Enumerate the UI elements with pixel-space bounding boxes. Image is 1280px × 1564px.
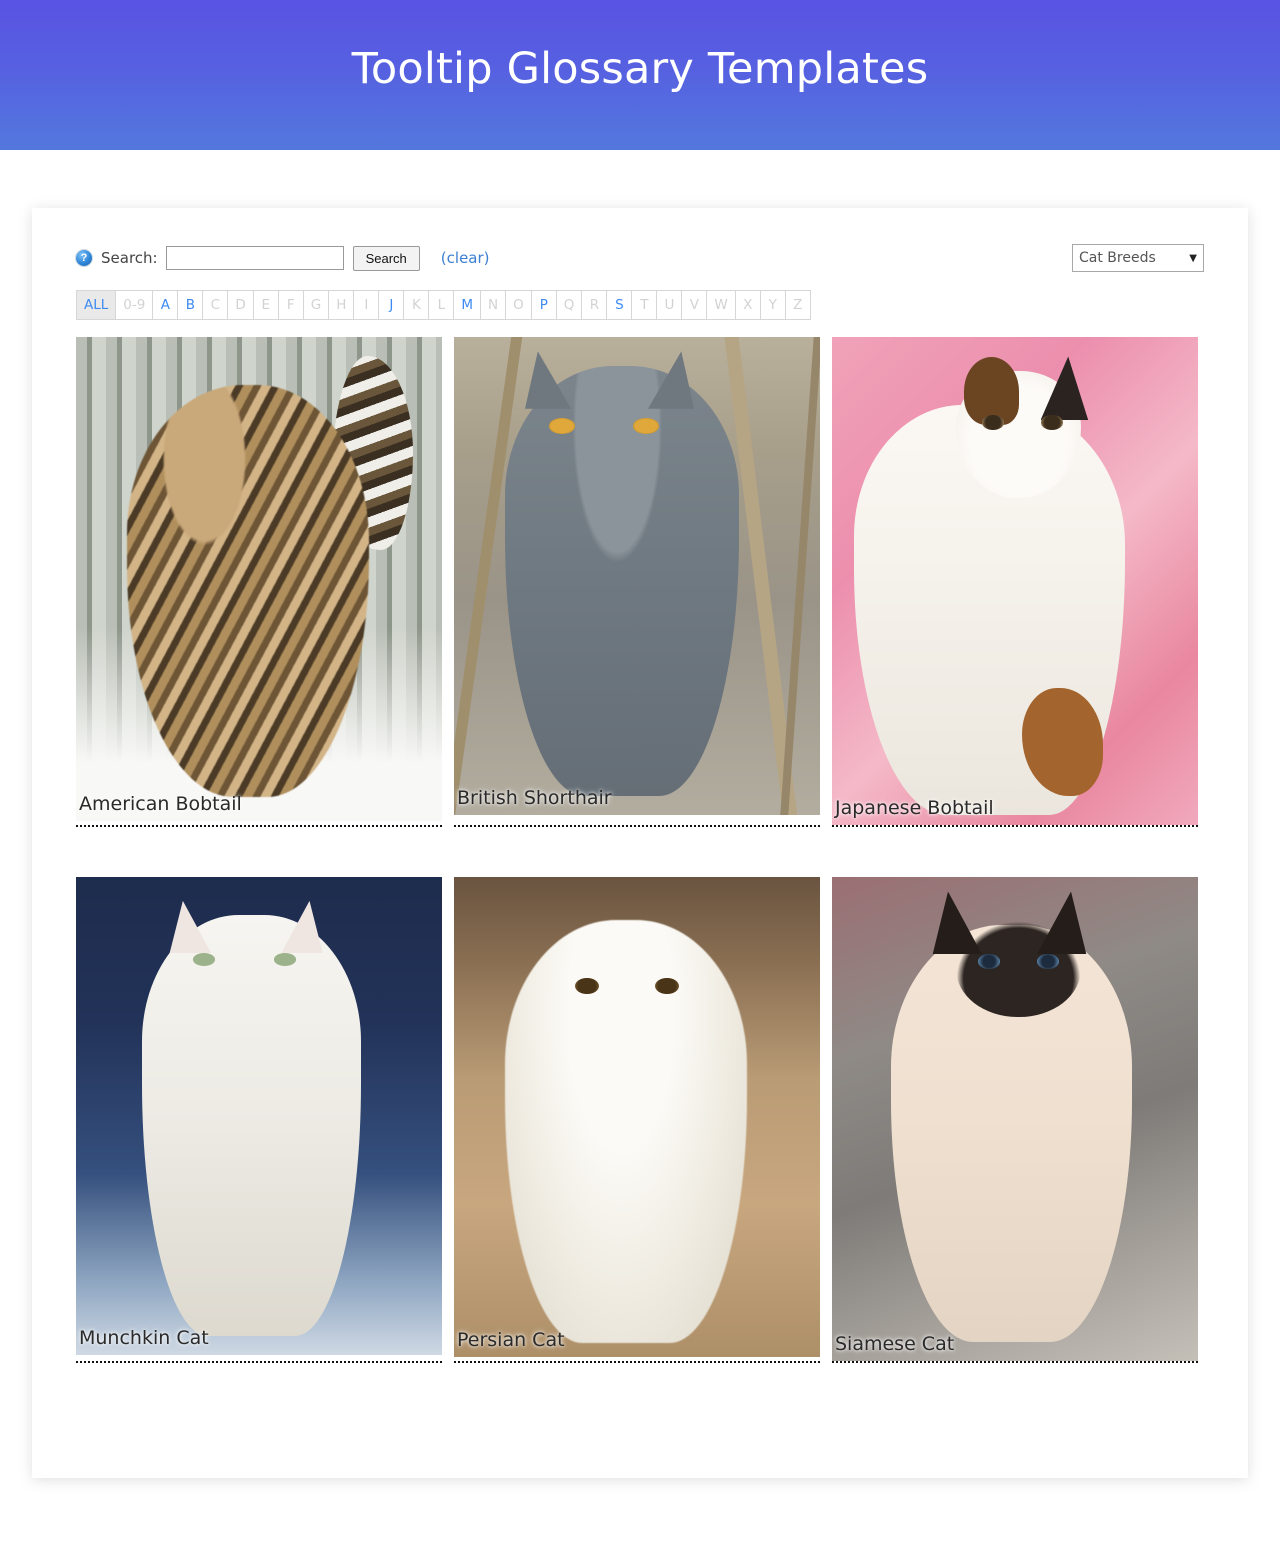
alpha-item-q: Q <box>556 291 583 319</box>
alpha-item-l: L <box>429 291 455 319</box>
alpha-item-r: R <box>582 291 608 319</box>
page-body: ? Search: Search (clear) Cat Breeds ▼ AL… <box>0 150 1280 1562</box>
glossary-term-card[interactable]: Munchkin Cat <box>76 877 442 1363</box>
alpha-item-s[interactable]: S <box>607 291 633 319</box>
alpha-item-p[interactable]: P <box>531 291 557 319</box>
alpha-item-f: F <box>278 291 304 319</box>
cat-photo-siamese-cat <box>832 877 1198 1361</box>
glossary-term-card[interactable]: Siamese Cat <box>832 877 1198 1363</box>
term-label: Munchkin Cat <box>79 1327 209 1349</box>
alpha-item-w: W <box>707 291 736 319</box>
search-input[interactable] <box>165 246 344 270</box>
alpha-item-o: O <box>506 291 532 319</box>
term-label: Persian Cat <box>457 1329 565 1351</box>
alpha-item-c: C <box>203 291 229 319</box>
cat-photo-munchkin-cat <box>76 877 442 1355</box>
glossary-term-card[interactable]: American Bobtail <box>76 337 442 827</box>
help-circle-icon[interactable]: ? <box>76 250 92 266</box>
alpha-item-a[interactable]: A <box>153 291 179 319</box>
alpha-item-v: V <box>682 291 708 319</box>
category-select-value: Cat Breeds <box>1079 250 1156 266</box>
alpha-item-i: I <box>354 291 380 319</box>
term-thumbnail: Japanese Bobtail <box>832 337 1198 825</box>
alpha-item-x: X <box>735 291 761 319</box>
cat-photo-british-shorthair <box>454 337 820 815</box>
alpha-item-k: K <box>404 291 430 319</box>
alpha-item-n: N <box>481 291 507 319</box>
alpha-item-y: Y <box>760 291 786 319</box>
alpha-item-h: H <box>329 291 355 319</box>
glossary-term-card[interactable]: Japanese Bobtail <box>832 337 1198 827</box>
glossary-term-card[interactable]: British Shorthair <box>454 337 820 827</box>
alpha-item-g: G <box>303 291 330 319</box>
glossary-term-card[interactable]: Persian Cat <box>454 877 820 1363</box>
glossary-toolbar: ? Search: Search (clear) Cat Breeds ▼ <box>76 244 1204 272</box>
chevron-down-icon: ▼ <box>1189 252 1197 264</box>
page-title: Tooltip Glossary Templates <box>351 43 929 94</box>
term-label: Japanese Bobtail <box>835 797 994 819</box>
alpha-item-t: T <box>632 291 658 319</box>
alpha-item-0-9: 0-9 <box>116 291 154 319</box>
glossary-card: ? Search: Search (clear) Cat Breeds ▼ AL… <box>32 208 1248 1478</box>
term-thumbnail: Persian Cat <box>454 877 820 1357</box>
site-header: Tooltip Glossary Templates <box>0 0 1280 150</box>
term-thumbnail: Munchkin Cat <box>76 877 442 1355</box>
search-label: Search: <box>101 249 158 267</box>
glossary-term-grid: American Bobtail British Shorthair Japan… <box>76 337 1204 1413</box>
category-select[interactable]: Cat Breeds ▼ <box>1072 244 1204 272</box>
cat-photo-american-bobtail <box>76 337 442 821</box>
term-thumbnail: Siamese Cat <box>832 877 1198 1361</box>
alpha-item-all[interactable]: ALL <box>77 291 117 319</box>
cat-photo-japanese-bobtail <box>832 337 1198 825</box>
search-button[interactable]: Search <box>352 245 420 271</box>
term-thumbnail: American Bobtail <box>76 337 442 821</box>
alpha-item-e: E <box>253 291 279 319</box>
cat-photo-persian-cat <box>454 877 820 1357</box>
alpha-item-d: D <box>228 291 254 319</box>
alpha-item-m[interactable]: M <box>454 291 482 319</box>
search-group: ? Search: Search (clear) <box>76 245 490 271</box>
alpha-item-u: U <box>657 291 683 319</box>
term-label: American Bobtail <box>79 793 242 815</box>
alphabet-filter: ALL 0-9 A B C D E F G H I J K L M N O P … <box>76 290 811 320</box>
term-label: Siamese Cat <box>835 1333 955 1355</box>
term-label: British Shorthair <box>457 787 612 809</box>
alpha-item-j[interactable]: J <box>379 291 405 319</box>
alpha-item-b[interactable]: B <box>178 291 204 319</box>
alpha-item-z: Z <box>785 291 811 319</box>
term-thumbnail: British Shorthair <box>454 337 820 815</box>
clear-link[interactable]: (clear) <box>441 249 490 267</box>
